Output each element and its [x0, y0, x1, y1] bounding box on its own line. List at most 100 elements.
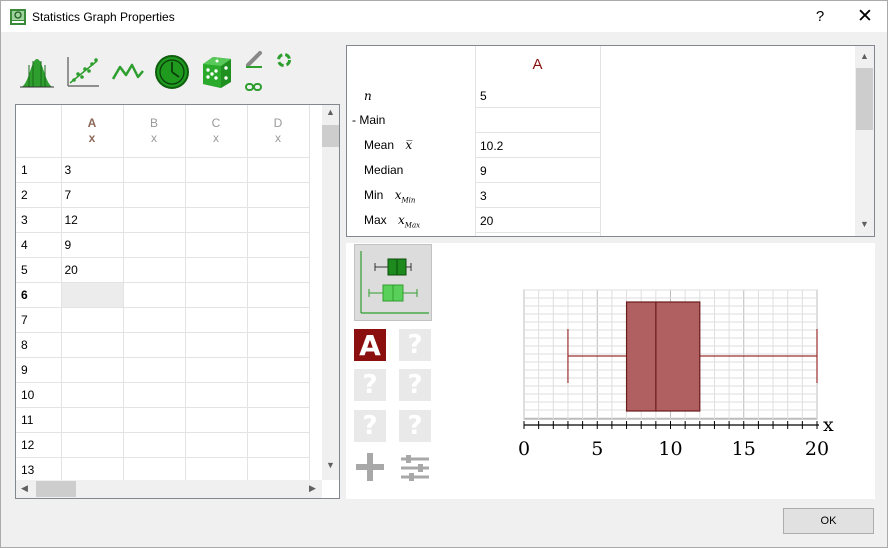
scroll-thumb[interactable]: [322, 125, 339, 147]
graph-view[interactable]: 0 5 10 15 20 x: [441, 243, 875, 499]
data-cell[interactable]: [247, 382, 310, 408]
data-cell[interactable]: [185, 307, 248, 333]
column-header-d[interactable]: Dx: [247, 105, 310, 158]
data-cell[interactable]: [247, 432, 310, 458]
data-cell[interactable]: [185, 457, 248, 483]
data-cell[interactable]: [123, 332, 186, 358]
link-icon[interactable]: [245, 82, 263, 92]
data-cell[interactable]: [61, 457, 124, 483]
scroll-thumb[interactable]: [856, 68, 873, 130]
data-cell[interactable]: [247, 307, 310, 333]
data-cell[interactable]: [247, 357, 310, 383]
spreadsheet-vertical-scrollbar[interactable]: ▲ ▼: [322, 105, 339, 480]
scroll-up-arrow[interactable]: ▲: [856, 51, 873, 61]
data-cell[interactable]: [123, 182, 186, 208]
data-cell[interactable]: [123, 232, 186, 258]
scatter-plot-icon[interactable]: [65, 55, 101, 89]
data-cell[interactable]: 12: [61, 207, 124, 233]
column-letter: B: [149, 115, 158, 130]
data-cell[interactable]: [247, 157, 310, 183]
data-cell[interactable]: [185, 432, 248, 458]
row-number: 11: [16, 407, 62, 433]
data-cell[interactable]: 3: [61, 157, 124, 183]
data-cell[interactable]: [247, 207, 310, 233]
boxplot-tool-button[interactable]: [354, 244, 432, 321]
scroll-down-arrow[interactable]: ▼: [856, 219, 873, 229]
table-row: 3 12: [16, 207, 310, 233]
dataset-a-button[interactable]: A: [354, 329, 386, 362]
max-subscript: Max: [404, 221, 421, 230]
scroll-up-arrow[interactable]: ▲: [322, 107, 339, 117]
data-cell[interactable]: [61, 307, 124, 333]
x-tick-label: 15: [732, 438, 756, 460]
add-plus-icon[interactable]: [355, 452, 385, 482]
spreadsheet-horizontal-scrollbar[interactable]: ◀ ▶: [16, 480, 322, 498]
column-header-a[interactable]: Ax: [61, 105, 124, 158]
column-header-b[interactable]: Bx: [123, 105, 186, 158]
main-group-label[interactable]: - Main: [352, 113, 385, 127]
refresh-icon[interactable]: [275, 51, 293, 69]
help-button[interactable]: ?: [797, 1, 843, 32]
data-cell[interactable]: [185, 157, 248, 183]
data-cell[interactable]: [123, 207, 186, 233]
dice-icon[interactable]: [199, 54, 235, 90]
data-cell[interactable]: [123, 407, 186, 433]
empty-dataset-button[interactable]: ?: [354, 369, 386, 401]
data-cell[interactable]: 7: [61, 182, 124, 208]
data-cell[interactable]: 20: [61, 257, 124, 283]
data-cell[interactable]: [185, 382, 248, 408]
scroll-right-arrow[interactable]: ▶: [304, 483, 321, 494]
data-cell[interactable]: [61, 357, 124, 383]
data-cell[interactable]: [61, 407, 124, 433]
empty-dataset-button[interactable]: ?: [399, 369, 431, 401]
scroll-thumb[interactable]: [36, 481, 76, 497]
data-cell[interactable]: [61, 332, 124, 358]
data-cell[interactable]: [61, 432, 124, 458]
data-cell[interactable]: [123, 457, 186, 483]
data-cell[interactable]: [123, 157, 186, 183]
data-cell[interactable]: [247, 257, 310, 283]
data-cell[interactable]: [123, 382, 186, 408]
empty-dataset-button[interactable]: ?: [399, 329, 431, 361]
data-cell[interactable]: [247, 232, 310, 258]
data-cell[interactable]: [185, 282, 248, 308]
empty-dataset-button[interactable]: ?: [354, 410, 386, 442]
column-header-c[interactable]: Cx: [185, 105, 248, 158]
data-cell[interactable]: [185, 332, 248, 358]
data-cell[interactable]: [185, 182, 248, 208]
stats-vertical-scrollbar[interactable]: ▲ ▼: [855, 46, 874, 236]
data-cell[interactable]: [61, 382, 124, 408]
empty-dataset-button[interactable]: ?: [399, 410, 431, 442]
data-cell[interactable]: [185, 207, 248, 233]
data-cell[interactable]: [247, 332, 310, 358]
data-cell[interactable]: 9: [61, 232, 124, 258]
edit-pencil-icon[interactable]: [244, 50, 266, 68]
data-cell[interactable]: [247, 457, 310, 483]
line-graph-icon[interactable]: [111, 57, 145, 87]
table-row: 5 20: [16, 257, 310, 283]
data-cell[interactable]: [123, 257, 186, 283]
scroll-left-arrow[interactable]: ◀: [16, 483, 33, 494]
row-number: 8: [16, 332, 62, 358]
data-cell[interactable]: [123, 307, 186, 333]
selected-cell[interactable]: [61, 282, 124, 308]
data-cell[interactable]: [123, 432, 186, 458]
data-cell[interactable]: [185, 257, 248, 283]
data-cell[interactable]: [185, 357, 248, 383]
data-spreadsheet[interactable]: Ax Bx Cx Dx 13 27 3 12 49 5 20 6 7 8 9 10 …: [15, 104, 340, 499]
data-cell[interactable]: [185, 232, 248, 258]
clock-icon[interactable]: [154, 54, 190, 90]
data-cell[interactable]: [247, 407, 310, 433]
row-divider: [475, 207, 601, 208]
data-cell[interactable]: [247, 182, 310, 208]
data-cell[interactable]: [123, 282, 186, 308]
row-number: 2: [16, 182, 62, 208]
data-cell[interactable]: [123, 357, 186, 383]
data-cell[interactable]: [185, 407, 248, 433]
close-button[interactable]: ✕: [842, 1, 888, 32]
ok-button[interactable]: OK: [783, 508, 874, 534]
data-cell[interactable]: [247, 282, 310, 308]
normal-distribution-icon[interactable]: [19, 55, 55, 89]
settings-sliders-icon[interactable]: [399, 454, 431, 482]
scroll-down-arrow[interactable]: ▼: [322, 460, 339, 470]
